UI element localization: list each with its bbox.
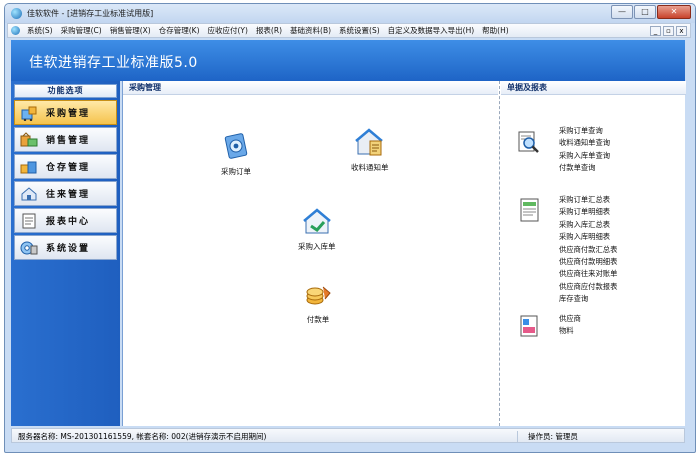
report-link[interactable]: 库存查询 xyxy=(559,293,617,305)
menu-custom-import-export[interactable]: 自定义及数据导入导出(H) xyxy=(384,25,479,36)
status-operator: 操作员: 管理员 xyxy=(517,431,578,442)
receipt-notice-button[interactable]: 收料通知单 xyxy=(351,127,389,173)
menu-app-icon[interactable] xyxy=(11,26,20,35)
report-link[interactable]: 供应商往来对账单 xyxy=(559,268,617,280)
report-link[interactable]: 收料通知单查询 xyxy=(559,137,610,149)
purchase-inbound-icon xyxy=(302,208,331,234)
section-title-purchase: 采购管理 xyxy=(123,81,498,95)
sidebar-item-label: 报表中心 xyxy=(46,217,91,227)
sidebar-item-accounts[interactable]: 往来管理 xyxy=(14,181,117,206)
warehouse-icon xyxy=(20,161,37,173)
report-link[interactable]: 物料 xyxy=(559,325,581,337)
purchase-icon xyxy=(21,106,37,121)
purchase-inbound-button[interactable]: 采购入库单 xyxy=(298,206,336,252)
report-link[interactable]: 采购订单明细表 xyxy=(559,206,617,218)
status-server-info: 服务器名称: MS-20130116155​9, 帐套名称: 002(进销存演示… xyxy=(18,432,267,441)
report-link[interactable]: 供应商付款汇总表 xyxy=(559,244,617,256)
summary-report-list: 采购订单汇总表 采购订单明细表 采购入库汇总表 采购入库明细表 供应商付款汇总表… xyxy=(559,194,617,306)
window-title: 佳软软件 - [进销存工业标准试用版] xyxy=(27,9,154,18)
sidebar-item-purchase[interactable]: 采购管理 xyxy=(14,100,117,125)
sidebar-item-label: 往来管理 xyxy=(46,190,91,200)
report-link[interactable]: 采购入库汇总表 xyxy=(559,219,617,231)
sidebar-item-report-center[interactable]: 报表中心 xyxy=(14,208,117,233)
title-bar[interactable]: 佳软软件 - [进销存工业标准试用版] — □ ✕ xyxy=(5,4,695,23)
purchase-inbound-label: 采购入库单 xyxy=(298,242,336,251)
report-link[interactable]: 供应商应付款报表 xyxy=(559,281,617,293)
master-data-icon xyxy=(520,315,538,337)
mdi-minimize-button[interactable]: _ xyxy=(650,25,661,36)
menu-basic-data[interactable]: 基础资料(B) xyxy=(286,25,335,36)
sidebar-item-label: 仓存管理 xyxy=(46,163,91,173)
app-name: 佳软进销存工业标准版5.0 xyxy=(29,55,198,71)
report-link[interactable]: 采购订单查询 xyxy=(559,125,610,137)
menu-bar: 系统(S) 采购管理(C) 销售管理(X) 仓存管理(K) 应收应付(Y) 报表… xyxy=(7,23,691,38)
summary-report-icon xyxy=(520,198,539,222)
payment-icon xyxy=(306,286,331,305)
menu-system-settings[interactable]: 系统设置(S) xyxy=(335,25,384,36)
system-settings-icon xyxy=(20,241,38,254)
query-report-list: 采购订单查询 收料通知单查询 采购入库单查询 付款单查询 xyxy=(559,125,610,175)
sidebar-item-label: 系统设置 xyxy=(46,244,91,254)
app-banner: 佳软进销存工业标准版5.0 xyxy=(11,40,685,81)
status-bar: 服务器名称: MS-20130116155​9, 帐套名称: 002(进销存演示… xyxy=(11,428,685,443)
sidebar-item-sales[interactable]: 销售管理 xyxy=(14,127,117,152)
report-link[interactable]: 付款单查询 xyxy=(559,162,610,174)
sidebar-header: 功能选项 xyxy=(14,84,117,98)
sidebar-item-warehouse[interactable]: 仓存管理 xyxy=(14,154,117,179)
sales-icon xyxy=(20,131,38,146)
main-panel: 采购管理 单据及报表 采购订单 收料通知单 采购入库单 付款单 采购订单查询 收… xyxy=(122,81,686,426)
receipt-notice-label: 收料通知单 xyxy=(351,163,389,172)
payment-button[interactable]: 付款单 xyxy=(303,279,333,325)
menu-sales[interactable]: 销售管理(X) xyxy=(106,25,155,36)
menu-warehouse[interactable]: 仓存管理(K) xyxy=(155,25,204,36)
mdi-controls: _ ▫ x xyxy=(650,25,690,36)
purchase-order-label: 采购订单 xyxy=(221,167,251,176)
receipt-notice-icon xyxy=(354,128,383,156)
sidebar-item-system-settings[interactable]: 系统设置 xyxy=(14,235,117,260)
report-link[interactable]: 供应商 xyxy=(559,313,581,325)
minimize-button[interactable]: — xyxy=(611,5,633,19)
report-link[interactable]: 采购订单汇总表 xyxy=(559,194,617,206)
sidebar: 功能选项 采购管理 销售管理 仓存管理 往来管理 报表中心 系统设置 xyxy=(11,81,120,426)
payment-label: 付款单 xyxy=(306,315,330,324)
query-icon xyxy=(518,131,539,153)
purchase-order-icon xyxy=(224,133,248,159)
window-controls: — □ ✕ xyxy=(611,5,691,19)
maximize-button[interactable]: □ xyxy=(634,5,656,19)
report-link[interactable]: 采购入库单查询 xyxy=(559,150,610,162)
menu-purchase[interactable]: 采购管理(C) xyxy=(57,25,106,36)
menu-receivable-payable[interactable]: 应收应付(Y) xyxy=(204,25,252,36)
sidebar-item-label: 销售管理 xyxy=(46,136,91,146)
menu-help[interactable]: 帮助(H) xyxy=(478,25,513,36)
purchase-order-button[interactable]: 采购订单 xyxy=(221,131,251,177)
master-data-list: 供应商 物料 xyxy=(559,313,581,338)
panel-divider xyxy=(499,81,500,426)
report-center-icon xyxy=(22,213,36,228)
menu-system[interactable]: 系统(S) xyxy=(23,25,57,36)
sidebar-item-label: 采购管理 xyxy=(46,109,91,119)
report-link[interactable]: 采购入库明细表 xyxy=(559,231,617,243)
accounts-icon xyxy=(21,186,37,200)
mdi-close-button[interactable]: x xyxy=(676,25,687,36)
menu-reports[interactable]: 报表(R) xyxy=(252,25,286,36)
mdi-restore-button[interactable]: ▫ xyxy=(663,25,674,36)
report-link[interactable]: 供应商付款明细表 xyxy=(559,256,617,268)
close-button[interactable]: ✕ xyxy=(657,5,691,19)
section-title-reports: 单据及报表 xyxy=(501,81,686,95)
app-logo-icon xyxy=(11,8,22,19)
